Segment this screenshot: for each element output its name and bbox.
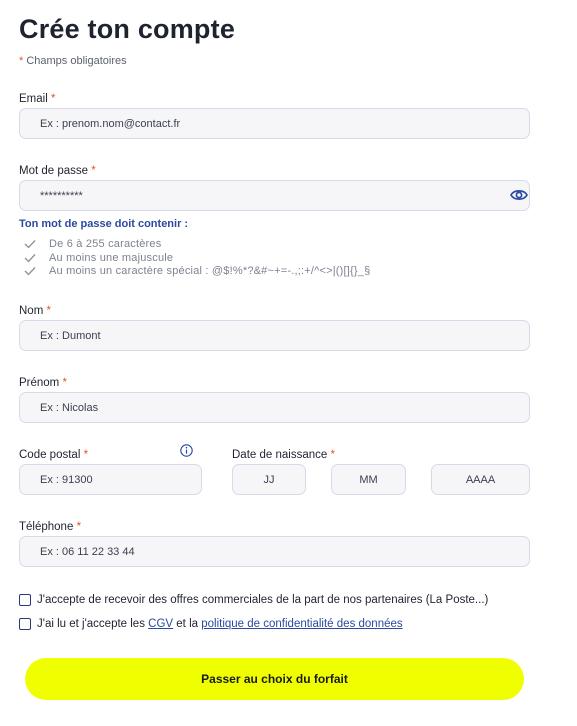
date-naissance-label-text: Date de naissance <box>232 449 328 461</box>
password-rule-text: De 6 à 255 caractères <box>49 238 162 250</box>
required-note-text: Champs obligatoires <box>26 55 127 67</box>
birth-year-placeholder: AAAA <box>465 473 496 486</box>
offers-consent: J'accepte de recevoir des offres commerc… <box>19 594 488 606</box>
check-icon <box>24 254 36 263</box>
required-mark: * <box>62 377 67 389</box>
password-rule: Au moins une majuscule <box>24 252 173 264</box>
check-icon <box>24 240 36 249</box>
required-note: * Champs obligatoires <box>19 55 127 67</box>
required-mark: * <box>91 165 96 177</box>
nom-label: Nom * <box>19 305 51 317</box>
birth-day-field[interactable]: JJ <box>232 464 306 495</box>
email-label-text: Email <box>19 93 48 105</box>
birth-month-field[interactable]: MM <box>331 464 406 495</box>
eye-icon[interactable] <box>510 188 528 202</box>
telephone-label-text: Téléphone <box>19 521 74 533</box>
birth-day-placeholder: JJ <box>263 473 275 486</box>
password-value: ********** <box>40 189 83 202</box>
code-postal-placeholder: Ex : 91300 <box>40 473 93 486</box>
telephone-placeholder: Ex : 06 11 22 33 44 <box>40 545 135 558</box>
required-mark: * <box>330 449 335 461</box>
email-field[interactable]: Ex : prenom.nom@contact.fr <box>19 108 530 139</box>
required-mark: * <box>76 521 82 533</box>
password-rule: De 6 à 255 caractères <box>24 238 161 250</box>
cgv-link[interactable]: CGV <box>148 618 173 630</box>
offers-consent-text: J'accepte de recevoir des offres commerc… <box>37 594 489 606</box>
privacy-policy-link[interactable]: politique de confidentialité des données <box>201 618 402 630</box>
prenom-field[interactable]: Ex : Nicolas <box>19 392 530 423</box>
offers-checkbox[interactable] <box>19 594 31 606</box>
nom-field[interactable]: Ex : Dumont <box>19 320 530 351</box>
birth-month-placeholder: MM <box>359 473 378 486</box>
email-placeholder: Ex : prenom.nom@contact.fr <box>40 117 181 130</box>
password-rules-title: Ton mot de passe doit contenir : <box>19 218 189 230</box>
prenom-label: Prénom * <box>19 377 67 389</box>
check-icon <box>24 267 36 276</box>
password-field[interactable]: ********** <box>19 180 530 211</box>
telephone-label: Téléphone * <box>19 521 81 533</box>
submit-plan-button[interactable]: Passer au choix du forfait <box>25 658 524 700</box>
prenom-placeholder: Ex : Nicolas <box>40 401 99 414</box>
code-postal-label-text: Code postal <box>19 449 81 461</box>
cgv-middle-text: et la <box>176 618 199 630</box>
page-title: Crée ton compte <box>19 14 236 44</box>
prenom-label-text: Prénom <box>19 377 60 389</box>
password-rule-text: Au moins une majuscule <box>49 252 174 264</box>
date-naissance-label: Date de naissance * <box>232 449 335 461</box>
password-rule-text: Au moins un caractère spécial : @$!%*?&#… <box>49 265 371 277</box>
email-label: Email * <box>19 93 55 105</box>
code-postal-field[interactable]: Ex : 91300 <box>19 464 202 495</box>
nom-label-text: Nom <box>19 305 44 317</box>
required-mark: * <box>83 449 89 461</box>
telephone-field[interactable]: Ex : 06 11 22 33 44 <box>19 536 530 567</box>
password-label-text: Mot de passe <box>19 165 89 177</box>
required-mark: * <box>46 305 51 317</box>
info-icon[interactable] <box>180 444 193 457</box>
birth-year-field[interactable]: AAAA <box>431 464 530 495</box>
password-rule: Au moins un caractère spécial : @$!%*?&#… <box>24 265 370 277</box>
cgv-prefix-text: J'ai lu et j'accepte les <box>37 618 145 630</box>
cgv-checkbox[interactable] <box>19 618 31 630</box>
required-mark: * <box>50 93 56 105</box>
code-postal-label: Code postal * <box>19 449 88 461</box>
password-label: Mot de passe * <box>19 165 96 177</box>
nom-placeholder: Ex : Dumont <box>40 329 101 342</box>
required-mark: * <box>19 55 24 67</box>
cgv-consent: J'ai lu et j'accepte les CGV et la polit… <box>19 618 403 630</box>
